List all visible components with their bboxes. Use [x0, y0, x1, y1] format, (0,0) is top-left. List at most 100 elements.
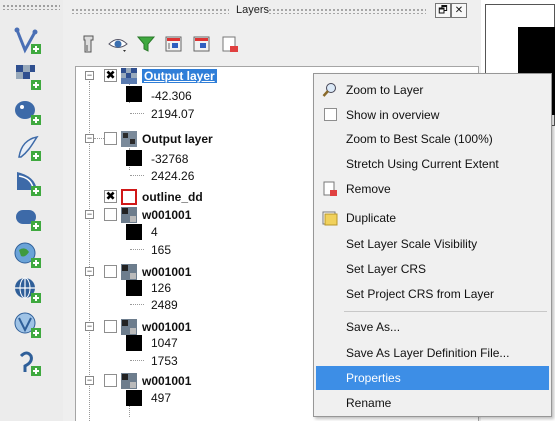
add-wms-layer-icon[interactable] — [13, 240, 43, 270]
legend-value: 2194.07 — [151, 107, 195, 121]
menu-item-stretch-current-extent[interactable]: Stretch Using Current Extent — [316, 152, 549, 176]
legend-value: 497 — [151, 391, 172, 405]
duplicate-layer-icon — [322, 210, 338, 226]
add-oracle-layer-icon[interactable] — [13, 203, 43, 233]
tree-guide — [130, 113, 144, 114]
layer-row-w001001-1[interactable]: − w001001 — [76, 206, 316, 224]
add-spatialite-layer-icon[interactable] — [13, 133, 43, 163]
titlebar-grip — [71, 8, 229, 14]
layers-panel-title: Layers — [236, 4, 270, 16]
legend-swatch — [126, 150, 142, 166]
layer-visibility-checkbox[interactable] — [104, 265, 117, 278]
menu-item-save-as-layer-definition[interactable]: Save As Layer Definition File... — [316, 341, 549, 365]
legend-value: 126 — [151, 281, 172, 295]
layer-row-w001001-2[interactable]: − w001001 — [76, 263, 316, 281]
raster-layer-icon — [121, 264, 137, 280]
menu-separator — [344, 311, 547, 312]
raster-layer-icon — [121, 373, 137, 389]
legend-value: 1753 — [151, 354, 178, 368]
legend-value: -32768 — [151, 152, 189, 166]
menu-item-set-layer-crs[interactable]: Set Layer CRS — [316, 257, 549, 281]
show-in-overview-checkbox[interactable] — [324, 108, 337, 121]
collapse-toggle[interactable]: − — [85, 210, 94, 219]
zoom-icon — [322, 82, 338, 98]
menu-item-set-layer-scale-visibility[interactable]: Set Layer Scale Visibility — [316, 232, 549, 256]
layer-row-w001001-4[interactable]: − w001001 — [76, 372, 316, 390]
layer-visibility-checkbox[interactable] — [104, 320, 117, 333]
menu-item-duplicate[interactable]: Duplicate — [316, 206, 549, 230]
layer-name: Output layer — [142, 132, 213, 146]
layer-visibility-checkbox[interactable] — [104, 374, 117, 387]
polygon-layer-icon — [121, 189, 137, 205]
legend-value: 4 — [151, 225, 158, 239]
titlebar-grip — [268, 8, 426, 14]
toolbar-grip[interactable] — [2, 4, 60, 10]
legend-swatch — [126, 335, 142, 351]
legend-value: 2424.26 — [151, 169, 195, 183]
menu-item-properties[interactable]: Properties — [316, 366, 549, 390]
remove-layer-icon — [322, 181, 338, 197]
raster-layer-icon — [121, 207, 137, 223]
add-wcs-layer-icon[interactable] — [13, 275, 43, 305]
filter-legend-icon[interactable] — [135, 33, 157, 55]
layer-visibility-checkbox[interactable]: ✖ — [104, 190, 117, 203]
add-vector-layer-icon[interactable] — [13, 26, 43, 56]
layer-visibility-checkbox[interactable]: ✖ — [104, 69, 117, 82]
legend-swatch — [126, 280, 142, 296]
add-raster-layer-icon[interactable] — [13, 62, 43, 92]
menu-item-save-as[interactable]: Save As... — [316, 315, 549, 339]
layer-context-menu: Zoom to Layer Show in overview Zoom to B… — [313, 73, 552, 417]
legend-swatch — [126, 390, 142, 406]
layer-row-outline-dd[interactable]: ✖ outline_dd — [76, 188, 316, 206]
menu-item-set-project-crs[interactable]: Set Project CRS from Layer — [316, 282, 549, 306]
tree-guide — [130, 175, 144, 176]
add-mssql-layer-icon[interactable] — [13, 168, 43, 198]
collapse-toggle[interactable]: − — [85, 376, 94, 385]
float-panel-button[interactable]: 🗗 — [435, 3, 451, 18]
layer-visibility-checkbox[interactable] — [104, 208, 117, 221]
layer-name: w001001 — [142, 374, 192, 388]
legend-value: 165 — [151, 243, 172, 257]
left-layer-toolbar — [0, 0, 63, 421]
remove-layer-icon[interactable] — [219, 33, 241, 55]
menu-item-show-in-overview[interactable]: Show in overview — [316, 103, 549, 127]
menu-item-zoom-to-best-scale[interactable]: Zoom to Best Scale (100%) — [316, 127, 549, 151]
legend-value: -42.306 — [151, 89, 192, 103]
menu-item-rename[interactable]: Rename — [316, 391, 549, 415]
collapse-toggle[interactable]: − — [85, 134, 94, 143]
menu-item-remove[interactable]: Remove — [316, 177, 549, 201]
add-delimited-text-layer-icon[interactable] — [13, 348, 43, 378]
layers-panel-titlebar[interactable]: Layers 🗗 ✕ — [71, 2, 479, 20]
tree-guide — [130, 249, 144, 250]
expand-all-icon[interactable] — [163, 33, 185, 55]
layer-row-output-layer-2[interactable]: − Output layer — [76, 130, 316, 148]
legend-value: 1047 — [151, 336, 178, 350]
legend-swatch — [126, 224, 142, 240]
style-manager-icon[interactable] — [79, 33, 101, 55]
layer-name: w001001 — [142, 208, 192, 222]
layer-name: w001001 — [142, 320, 192, 334]
collapse-toggle[interactable]: − — [85, 322, 94, 331]
close-panel-button[interactable]: ✕ — [451, 3, 467, 18]
layer-row-w001001-3[interactable]: − w001001 — [76, 318, 316, 336]
visibility-eye-icon[interactable] — [107, 33, 129, 55]
add-postgis-layer-icon[interactable] — [13, 97, 43, 127]
raster-layer-icon — [121, 319, 137, 335]
add-wfs-layer-icon[interactable] — [13, 310, 43, 340]
layer-name: outline_dd — [142, 190, 203, 204]
collapse-all-icon[interactable] — [191, 33, 213, 55]
layer-visibility-checkbox[interactable] — [104, 132, 117, 145]
tree-guide — [94, 138, 104, 139]
raster-layer-icon — [121, 68, 137, 84]
legend-value: 2489 — [151, 298, 178, 312]
tree-guide — [130, 304, 144, 305]
legend-swatch — [126, 86, 142, 102]
collapse-toggle[interactable]: − — [85, 267, 94, 276]
layer-row-output-layer-1[interactable]: − ✖ Output layer — [76, 67, 316, 85]
collapse-toggle[interactable]: − — [85, 71, 94, 80]
layer-name: w001001 — [142, 265, 192, 279]
layer-name: Output layer — [142, 69, 217, 83]
menu-item-zoom-to-layer[interactable]: Zoom to Layer — [316, 78, 549, 102]
raster-layer-icon — [121, 131, 137, 147]
tree-guide — [130, 360, 144, 361]
